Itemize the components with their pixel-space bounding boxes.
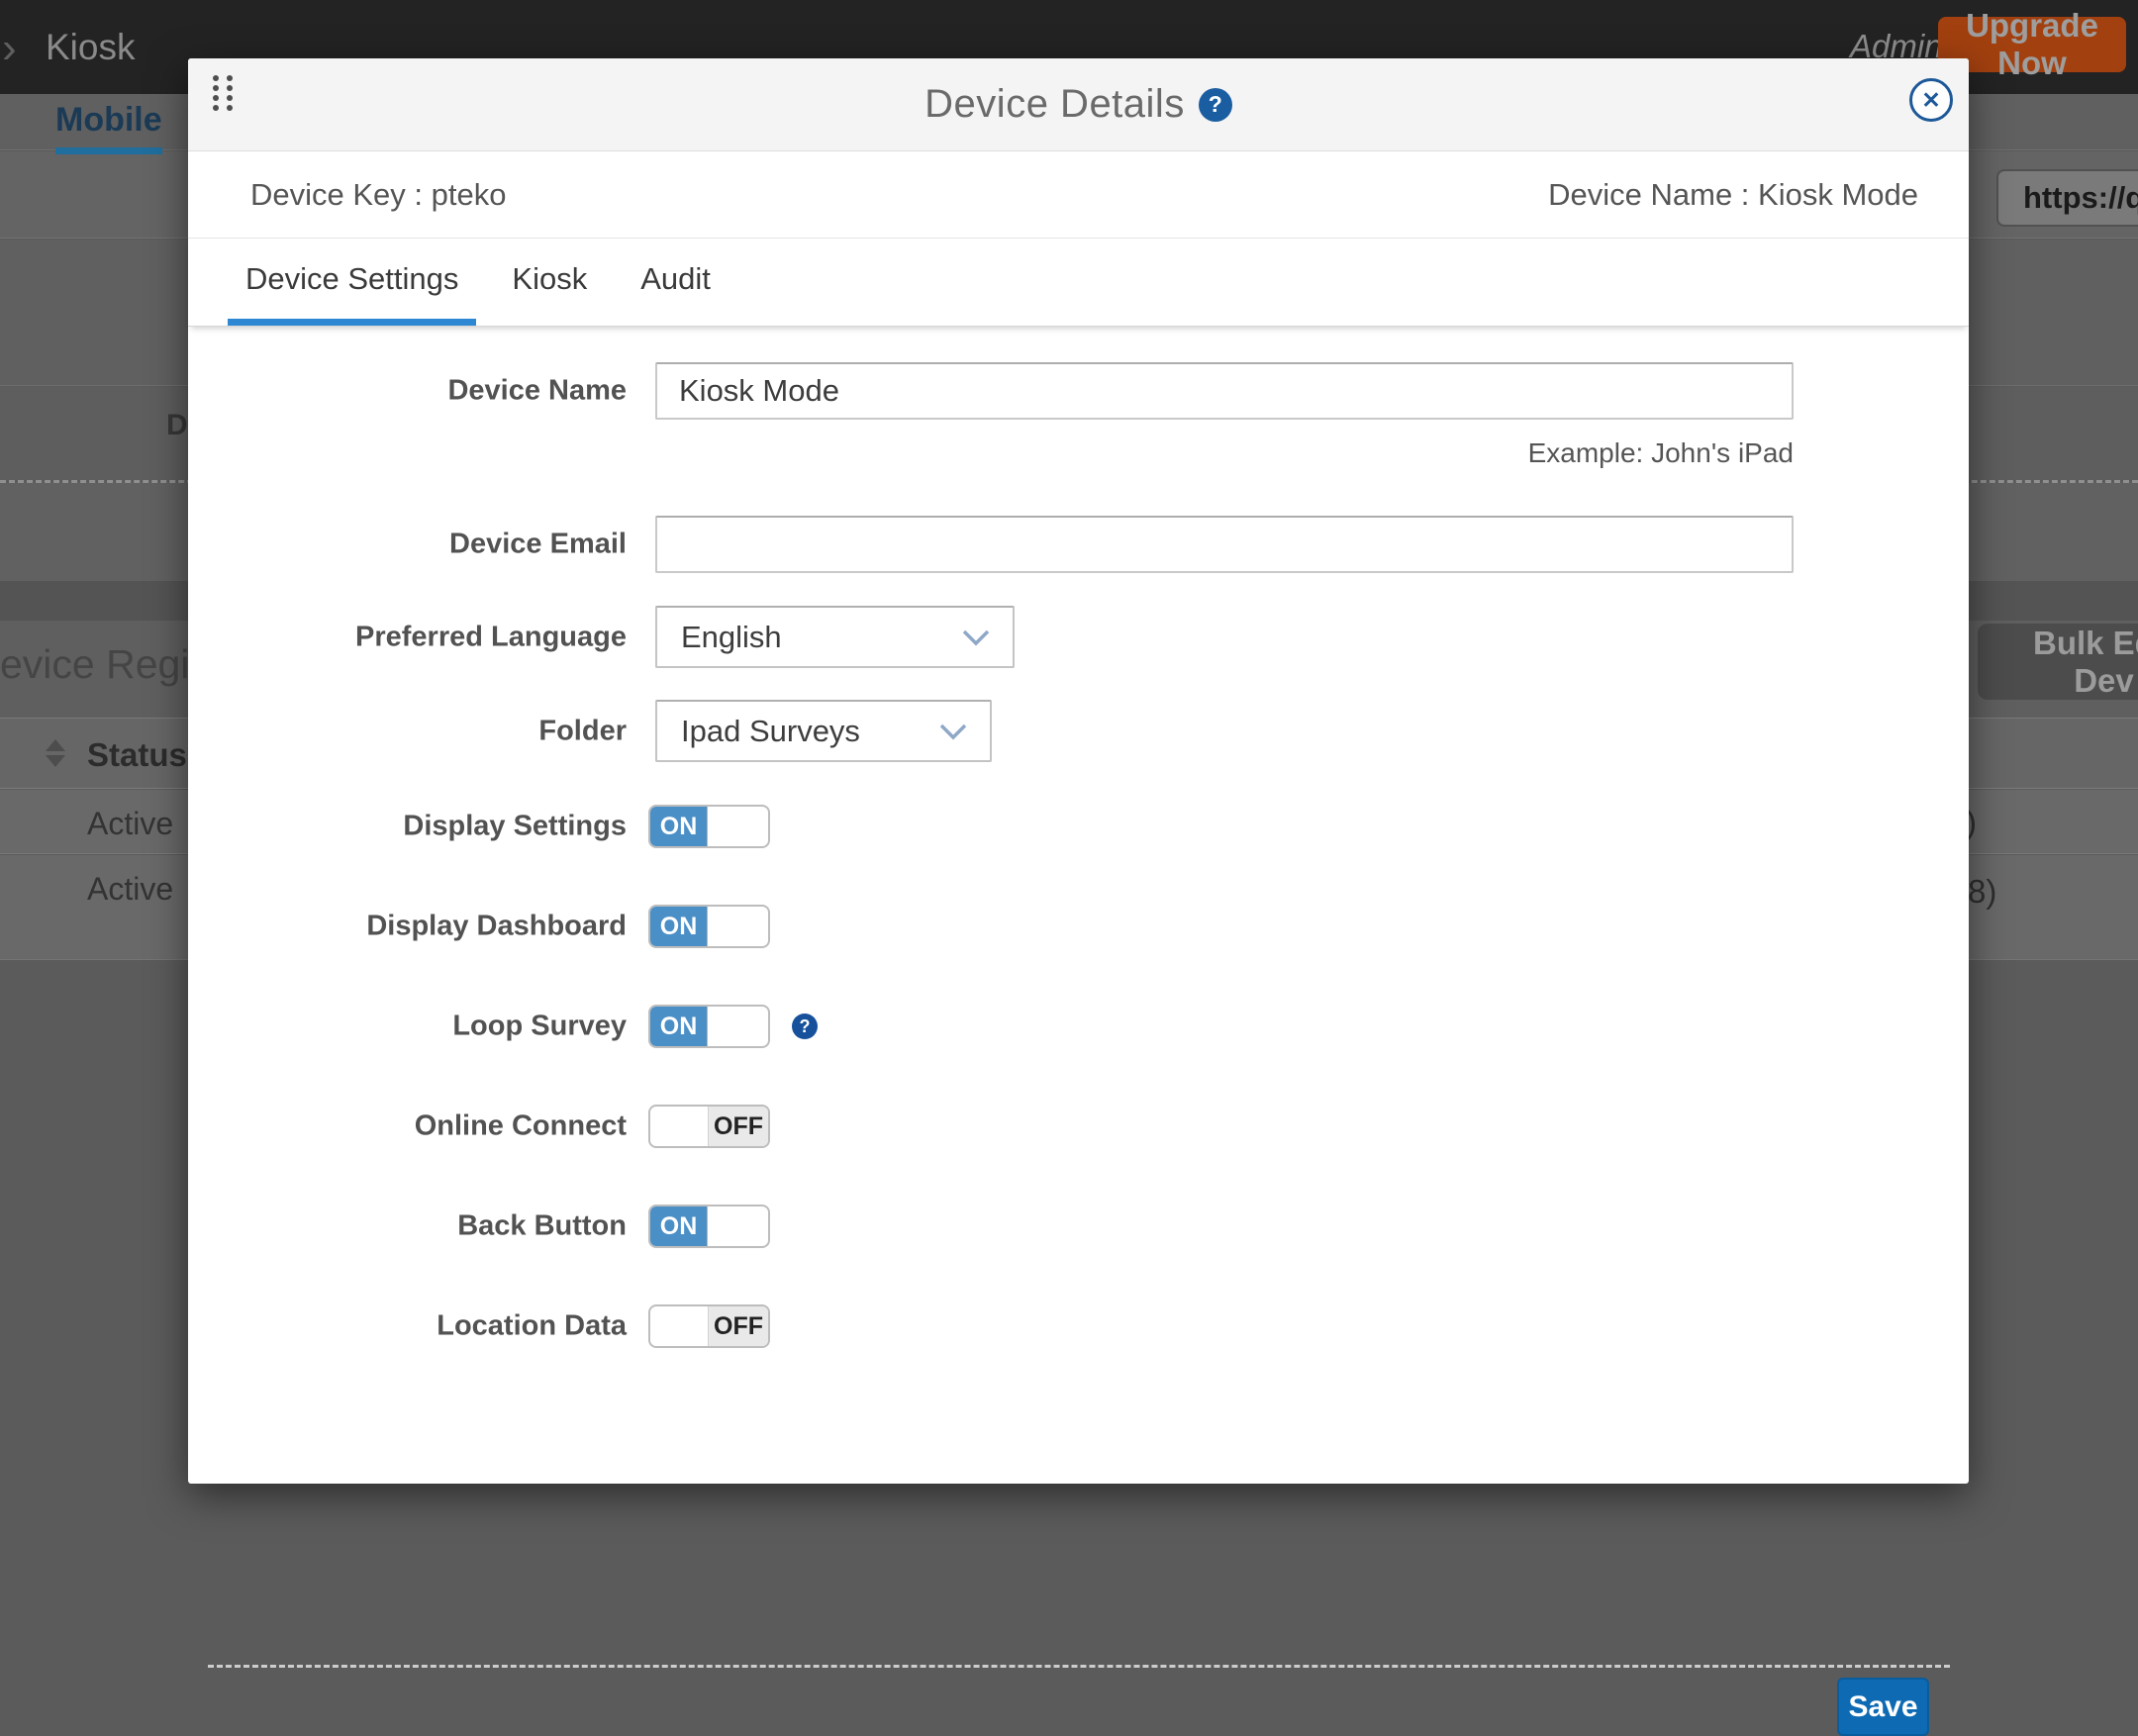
device-settings-form: Device Name Example: John's iPad Device … xyxy=(188,327,1969,1484)
tab-mobile[interactable]: Mobile xyxy=(55,101,162,154)
loop-survey-toggle[interactable]: ON xyxy=(648,1005,770,1048)
modal-title: Device Details xyxy=(924,82,1185,127)
display-dashboard-toggle[interactable]: ON xyxy=(648,905,770,948)
device-name-input[interactable] xyxy=(655,362,1794,420)
folder-label: Folder xyxy=(231,715,627,747)
url-input[interactable]: https://qa.c xyxy=(1996,169,2138,227)
display-dashboard-label: Display Dashboard xyxy=(231,911,627,943)
online-connect-label: Online Connect xyxy=(231,1110,627,1143)
chevron-down-icon xyxy=(938,723,968,740)
table-row-fragment: 8) xyxy=(1968,873,1996,911)
save-button[interactable]: Save xyxy=(1837,1678,1929,1736)
back-button-toggle[interactable]: ON xyxy=(648,1205,770,1248)
bg-section-heading-fragment: evice Registr xyxy=(0,641,188,688)
device-email-input[interactable] xyxy=(655,516,1794,573)
modal-tab-bar: Device Settings Kiosk Audit xyxy=(188,239,1969,327)
toggle-state-label: ON xyxy=(650,1007,708,1046)
folder-value: Ipad Surveys xyxy=(681,714,860,749)
location-data-toggle[interactable]: OFF xyxy=(648,1304,770,1348)
help-icon[interactable]: ? xyxy=(1199,88,1232,122)
modal-header: Device Details ? ✕ xyxy=(188,58,1969,151)
loop-survey-help-icon[interactable]: ? xyxy=(792,1013,818,1039)
display-settings-label: Display Settings xyxy=(231,811,627,843)
drag-handle-icon[interactable] xyxy=(213,75,233,111)
device-details-modal: Device Details ? ✕ Device Key : pteko De… xyxy=(188,58,1969,1484)
online-connect-toggle[interactable]: OFF xyxy=(648,1105,770,1148)
page-title: Kiosk xyxy=(46,27,135,68)
location-data-label: Location Data xyxy=(231,1310,627,1343)
table-row-status: Active xyxy=(87,806,173,842)
device-name-label: Device Name xyxy=(231,375,627,408)
footer-divider xyxy=(208,1665,1950,1668)
device-summary-row: Device Key : pteko Device Name : Kiosk M… xyxy=(188,151,1969,239)
loop-survey-label: Loop Survey xyxy=(231,1011,627,1043)
tab-kiosk[interactable]: Kiosk xyxy=(494,239,605,326)
back-button-label: Back Button xyxy=(231,1210,627,1243)
bg-device-label-fragment: De xyxy=(166,409,188,442)
toggle-state-label: ON xyxy=(650,807,708,846)
breadcrumb-chevron-icon: › xyxy=(2,24,17,73)
chevron-down-icon xyxy=(961,628,991,646)
preferred-language-value: English xyxy=(681,620,782,655)
preferred-language-select[interactable]: English xyxy=(655,606,1015,668)
tab-audit[interactable]: Audit xyxy=(623,239,729,326)
toggle-state-label: ON xyxy=(650,1206,708,1246)
display-settings-toggle[interactable]: ON xyxy=(648,805,770,848)
device-email-label: Device Email xyxy=(231,529,627,561)
bulk-edit-devices-button[interactable]: Bulk Edit Dev xyxy=(1978,624,2138,700)
device-name-hint: Example: John's iPad xyxy=(655,437,1794,469)
toggle-state-label: OFF xyxy=(708,1107,768,1146)
close-icon[interactable]: ✕ xyxy=(1909,78,1953,122)
tab-device-settings[interactable]: Device Settings xyxy=(228,239,476,326)
toggle-state-label: ON xyxy=(650,907,708,946)
device-key-text: Device Key : pteko xyxy=(250,177,506,213)
device-name-text: Device Name : Kiosk Mode xyxy=(1548,177,1918,213)
toggle-state-label: OFF xyxy=(708,1306,768,1346)
preferred-language-label: Preferred Language xyxy=(231,621,627,653)
status-column-header[interactable]: Status xyxy=(87,736,187,774)
folder-select[interactable]: Ipad Surveys xyxy=(655,700,992,762)
sort-icon[interactable] xyxy=(46,739,65,767)
table-row-status: Active xyxy=(87,871,173,908)
